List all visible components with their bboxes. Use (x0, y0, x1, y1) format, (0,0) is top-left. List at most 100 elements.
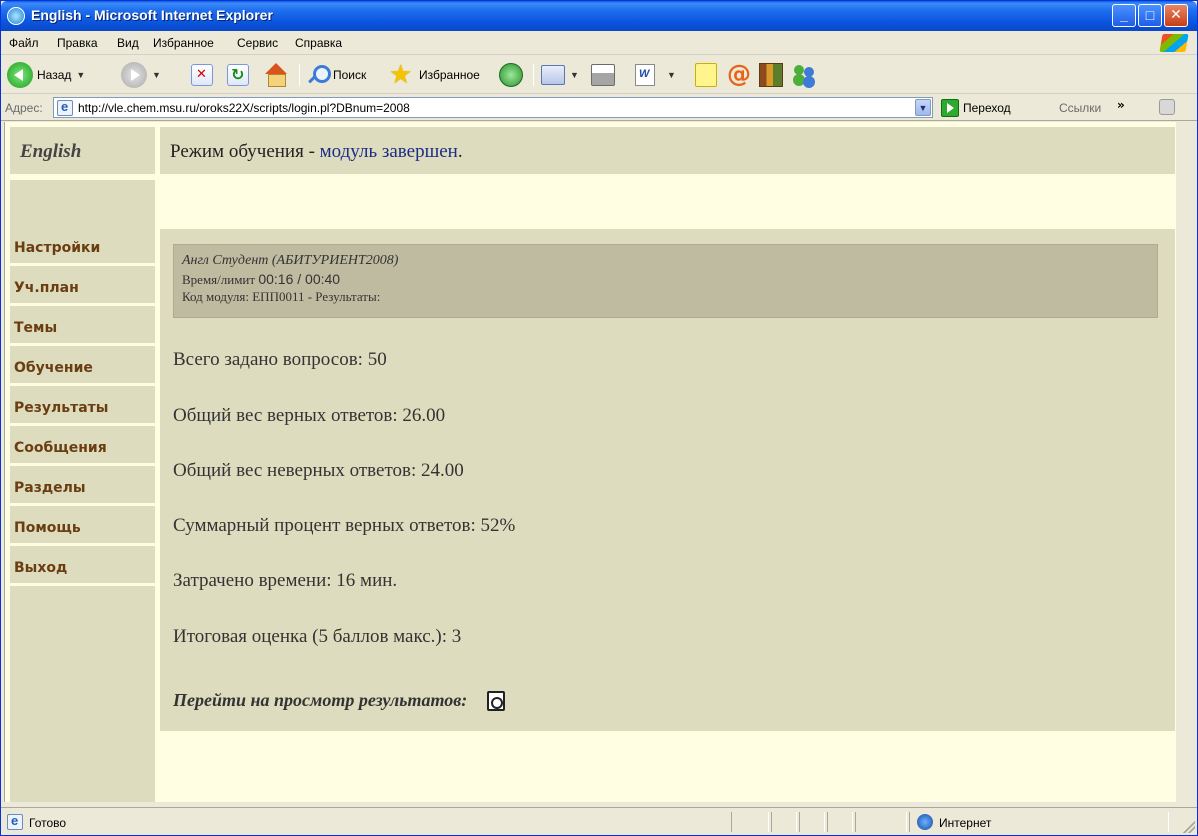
sidebar-item-exit[interactable]: Выход (10, 552, 155, 586)
menu-help[interactable]: Справка (295, 36, 342, 50)
address-dropdown-icon[interactable]: ▼ (915, 99, 931, 116)
back-button[interactable]: Назад ▼ (7, 61, 85, 89)
sidebar-item-label: Разделы (14, 480, 86, 496)
forward-dropdown-icon[interactable]: ▼ (152, 70, 161, 80)
edit-dropdown-icon[interactable]: ▼ (667, 70, 676, 80)
correct-percent: Суммарный процент верных ответов: 52% (173, 515, 516, 536)
back-dropdown-icon[interactable]: ▼ (76, 70, 85, 80)
media-button[interactable] (499, 61, 523, 89)
sidebar-header: English (10, 127, 155, 174)
stop-icon (191, 64, 213, 86)
sidebar-item-label: Настройки (14, 240, 101, 256)
title-bar[interactable]: English - Microsoft Internet Explorer _ … (1, 1, 1197, 31)
view-results-icon[interactable] (487, 690, 506, 711)
correct-weight: Общий вес верных ответов: 26.00 (173, 405, 446, 426)
mode-header: Режим обучения - модуль завершен. (160, 127, 1175, 174)
windows-logo-icon (1159, 34, 1189, 52)
research-button[interactable] (759, 61, 783, 89)
url-input[interactable] (78, 100, 898, 115)
student-name: Англ Студент (АБИТУРИЕНТ2008) (182, 253, 399, 268)
print-button[interactable] (591, 61, 615, 89)
search-button[interactable]: Поиск (307, 61, 366, 89)
mode-suffix: . (457, 141, 463, 162)
note-button[interactable] (695, 61, 717, 89)
favorites-star-icon: ★ (389, 60, 413, 90)
links-label[interactable]: Ссылки (1059, 101, 1101, 115)
extension-icon[interactable] (1159, 99, 1175, 115)
menu-bar: Файл Правка Вид Избранное Сервис Справка (1, 31, 1197, 55)
page-title: Режим обучения - модуль завершен. (170, 141, 463, 163)
edit-button[interactable]: ▼ (635, 61, 676, 89)
print-icon (591, 64, 615, 86)
sidebar-item-label: Сообщения (14, 440, 107, 456)
sidebar-item-sections[interactable]: Разделы (10, 472, 155, 506)
forward-button[interactable]: ▼ (121, 61, 161, 89)
mode-status: модуль завершен (319, 141, 458, 162)
favorites-label: Избранное (419, 68, 480, 82)
page-status-icon (7, 813, 23, 830)
menu-tools[interactable]: Сервис (237, 36, 278, 50)
student-info-box: Англ Студент (АБИТУРИЕНТ2008) Время/лими… (173, 244, 1158, 318)
view-results-row: Перейти на просмотр результатов: (173, 690, 506, 711)
back-label: Назад (37, 68, 72, 82)
sidebar-item-learning[interactable]: Обучение (10, 352, 155, 386)
sidebar-item-label: Уч.план (14, 280, 79, 296)
contacts-button[interactable] (791, 61, 817, 89)
resize-grip-icon[interactable] (1183, 821, 1195, 833)
total-questions: Всего задано вопросов: 50 (173, 349, 387, 370)
toolbar-separator (533, 64, 534, 86)
sidebar-item-plan[interactable]: Уч.план (10, 272, 155, 306)
security-zone: Интернет (939, 816, 992, 830)
address-bar: Адрес: ▼ Переход Ссылки » (1, 95, 1197, 121)
time-spent: Затрачено времени: 16 мин. (173, 570, 398, 591)
back-arrow-icon (7, 62, 33, 88)
links-chevron-icon[interactable]: » (1117, 98, 1125, 112)
forward-arrow-icon (121, 62, 147, 88)
refresh-icon (227, 64, 249, 86)
media-icon (499, 63, 523, 87)
sidebar-item-label: Обучение (14, 360, 93, 376)
menu-favorites[interactable]: Избранное (153, 36, 214, 50)
sidebar-item-results[interactable]: Результаты (10, 392, 155, 426)
minimize-button[interactable]: _ (1112, 4, 1136, 27)
sidebar-item-help[interactable]: Помощь (10, 512, 155, 546)
sidebar-item-settings[interactable]: Настройки (10, 232, 155, 266)
sidebar-item-label: Помощь (14, 520, 81, 536)
at-icon: @ (727, 60, 751, 88)
word-edit-icon (635, 64, 655, 86)
search-icon (307, 64, 331, 86)
refresh-button[interactable] (227, 61, 249, 89)
go-button[interactable]: Переход (941, 97, 1011, 118)
window-title: English - Microsoft Internet Explorer (31, 7, 273, 23)
favorites-button[interactable]: ★ Избранное (389, 61, 480, 89)
sidebar-item-label: Темы (14, 320, 58, 336)
toolbar: Назад ▼ ▼ Поиск ★ Избранное (1, 56, 1197, 94)
view-results-label: Перейти на просмотр результатов: (173, 690, 468, 710)
course-title: English (20, 141, 82, 162)
menu-file[interactable]: Файл (9, 36, 39, 50)
sidebar-item-messages[interactable]: Сообщения (10, 432, 155, 466)
maximize-button[interactable]: □ (1138, 4, 1162, 27)
messenger-button[interactable]: @ (727, 61, 753, 89)
final-grade: Итоговая оценка (5 баллов макс.): 3 (173, 626, 462, 647)
note-icon (695, 63, 717, 87)
page-content: English Настройки Уч.план Темы Обучение … (4, 122, 1176, 802)
books-icon (759, 63, 783, 87)
time-value: 00:16 / 00:40 (258, 271, 341, 287)
address-field[interactable]: ▼ (53, 97, 933, 118)
address-label: Адрес: (5, 101, 43, 115)
stop-button[interactable] (191, 61, 213, 89)
time-limit-line: Время/лимит 00:16 / 00:40 (182, 271, 340, 288)
page-icon (57, 99, 73, 116)
time-label: Время/лимит (182, 272, 259, 287)
module-code-line: Код модуля: ЕПП0011 - Результаты: (182, 289, 381, 304)
menu-view[interactable]: Вид (117, 36, 139, 50)
sidebar-item-topics[interactable]: Темы (10, 312, 155, 346)
status-cell (731, 812, 769, 832)
mail-dropdown-icon[interactable]: ▼ (570, 70, 579, 80)
wrong-weight: Общий вес неверных ответов: 24.00 (173, 460, 464, 481)
home-button[interactable] (263, 61, 289, 89)
mail-button[interactable]: ▼ (541, 61, 579, 89)
close-button[interactable]: ✕ (1164, 4, 1188, 27)
menu-edit[interactable]: Правка (57, 36, 98, 50)
